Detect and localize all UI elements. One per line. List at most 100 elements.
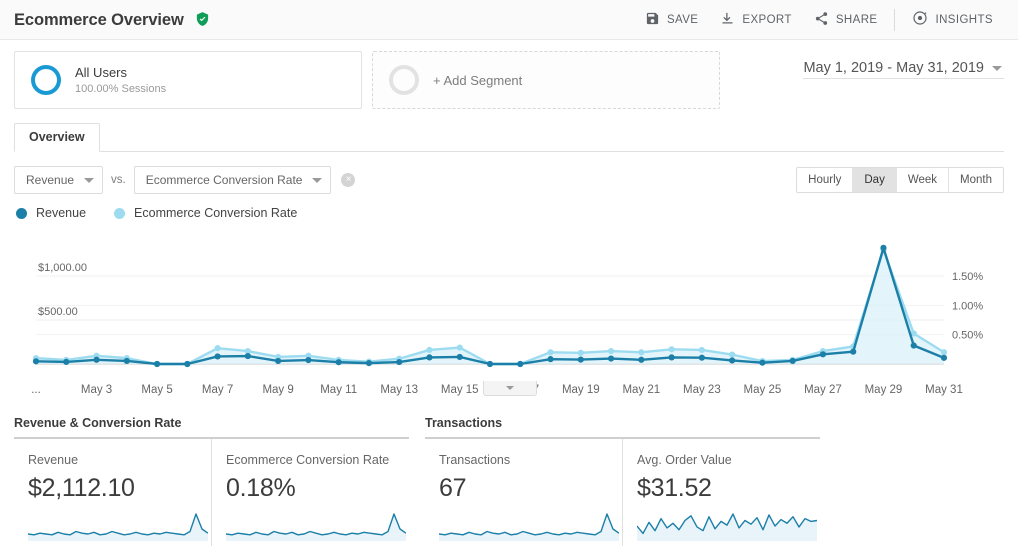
chevron-down-icon: [992, 65, 1002, 71]
legend-swatch-conversion-rate: [114, 207, 126, 219]
metric-transactions[interactable]: Transactions 67: [425, 439, 622, 546]
metric-value: 67: [439, 474, 467, 502]
granularity-toggle-group: Hourly Day Week Month: [796, 167, 1004, 193]
export-button[interactable]: EXPORT: [709, 6, 802, 34]
chart-canvas: $500.00 $1,000.00 0.50% 1.00% 1.50%: [32, 244, 983, 368]
segment-ring-icon: [31, 65, 61, 95]
chart-collapse-handle[interactable]: [483, 381, 537, 396]
segment-all-users[interactable]: All Users 100.00% Sessions: [14, 51, 362, 109]
panel-title: Revenue & Conversion Rate: [14, 416, 409, 439]
share-icon: [814, 11, 829, 29]
main-chart[interactable]: $500.00 $1,000.00 0.50% 1.00% 1.50%: [14, 224, 1004, 384]
remove-secondary-metric-button[interactable]: ×: [341, 173, 356, 187]
svg-text:$500.00: $500.00: [38, 306, 78, 318]
export-icon: [720, 11, 735, 29]
panel-transactions: Transactions Transactions 67 Avg. Order …: [425, 416, 820, 546]
granularity-hourly[interactable]: Hourly: [797, 168, 852, 192]
legend-label-conversion-rate: Ecommerce Conversion Rate: [134, 206, 298, 220]
x-axis-tick-label: May 5: [141, 384, 173, 396]
x-axis-tick-label: May 13: [380, 384, 419, 396]
tab-overview[interactable]: Overview: [14, 123, 100, 152]
date-range-picker[interactable]: May 1, 2019 - May 31, 2019: [803, 60, 1004, 79]
segment-bar: All Users 100.00% Sessions + Add Segment…: [0, 40, 1018, 110]
page-header: Ecommerce Overview SAVE EXPORT SHARE INS…: [0, 0, 1018, 40]
legend-item-conversion-rate[interactable]: Ecommerce Conversion Rate: [114, 206, 297, 220]
svg-text:1.50%: 1.50%: [952, 271, 983, 283]
legend-item-revenue[interactable]: Revenue: [16, 206, 86, 220]
metric-selector-row: Revenue vs. Ecommerce Conversion Rate × …: [0, 152, 1018, 194]
save-button[interactable]: SAVE: [634, 6, 709, 34]
secondary-metric-select[interactable]: Ecommerce Conversion Rate: [133, 166, 332, 194]
legend-label-revenue: Revenue: [36, 206, 87, 220]
legend-swatch-revenue: [16, 207, 27, 219]
verified-shield-icon: [195, 11, 210, 27]
primary-metric-value: Revenue: [26, 173, 75, 187]
x-axis-tick-label: May 27: [804, 384, 842, 396]
granularity-week[interactable]: Week: [895, 168, 948, 192]
summary-panels: Revenue & Conversion Rate Revenue $2,112…: [0, 416, 1018, 546]
svg-text:1.00%: 1.00%: [952, 300, 983, 312]
panel-revenue-conversion: Revenue & Conversion Rate Revenue $2,112…: [14, 416, 409, 546]
share-button-label: SHARE: [835, 13, 878, 26]
metric-label: Revenue: [28, 453, 79, 467]
insights-button[interactable]: INSIGHTS: [901, 5, 1004, 34]
metric-label: Avg. Order Value: [637, 453, 732, 467]
x-axis-tick-label: May 3: [80, 384, 113, 396]
segment-sessions-pct: 100.00% Sessions: [75, 83, 167, 96]
x-axis-tick-label: May 7: [201, 384, 234, 396]
chart-legend: Revenue Ecommerce Conversion Rate: [0, 194, 1018, 220]
metric-revenue[interactable]: Revenue $2,112.10: [14, 439, 211, 546]
x-axis-tick-label: May 31: [925, 384, 963, 396]
page-title-text: Ecommerce Overview: [14, 11, 184, 29]
tab-overview-label: Overview: [29, 130, 85, 144]
page-title: Ecommerce Overview: [14, 9, 210, 30]
insights-button-label: INSIGHTS: [935, 13, 993, 26]
x-axis-tick-label: May 21: [622, 384, 661, 396]
x-axis-tick-label: May 29: [864, 384, 903, 396]
svg-text:0.50%: 0.50%: [952, 330, 983, 342]
sparkline-transactions: [438, 509, 622, 546]
panel-metrics: Revenue $2,112.10 Ecommerce Conversion R…: [14, 439, 409, 546]
chevron-down-icon: [506, 386, 514, 390]
granularity-day[interactable]: Day: [852, 168, 896, 192]
chevron-down-icon: [84, 177, 95, 183]
insights-icon: [912, 10, 928, 29]
sparkline-avg-order-value: [636, 509, 820, 546]
primary-metric-select[interactable]: Revenue: [14, 166, 104, 194]
add-segment-ring-icon: [389, 65, 419, 95]
x-axis-tick-label: May 11: [320, 384, 358, 396]
metric-value: $2,112.10: [28, 474, 135, 502]
x-axis-tick-label: May 25: [743, 384, 782, 396]
save-icon: [645, 11, 660, 29]
add-segment-button[interactable]: + Add Segment: [372, 51, 720, 109]
x-axis-tick-label: May 23: [683, 384, 721, 396]
x-axis-tick-label: May 19: [561, 384, 600, 396]
x-axis-tick-label: May 9: [262, 384, 294, 396]
sparkline-revenue: [27, 509, 211, 546]
metric-value: 0.18%: [226, 474, 296, 502]
sparkline-conversion-rate: [225, 509, 409, 546]
header-toolbar: SAVE EXPORT SHARE INSIGHTS: [634, 5, 1004, 34]
segment-text-block: All Users 100.00% Sessions: [75, 65, 166, 96]
share-button[interactable]: SHARE: [803, 6, 889, 34]
metric-value: $31.52: [637, 474, 712, 502]
add-segment-label: + Add Segment: [433, 72, 523, 88]
toolbar-divider: [894, 8, 896, 31]
segment-name: All Users: [75, 64, 128, 80]
export-button-label: EXPORT: [742, 13, 792, 26]
metric-label: Ecommerce Conversion Rate: [226, 453, 390, 467]
vs-label: vs.: [111, 174, 126, 186]
metric-ecommerce-conversion-rate[interactable]: Ecommerce Conversion Rate 0.18%: [211, 439, 409, 546]
panel-metrics: Transactions 67 Avg. Order Value $31.52: [425, 439, 820, 546]
date-range-value: May 1, 2019 - May 31, 2019: [803, 60, 984, 76]
x-axis-tick-label: May 15: [440, 384, 479, 396]
metric-label: Transactions: [439, 453, 511, 467]
metric-avg-order-value[interactable]: Avg. Order Value $31.52: [622, 439, 820, 546]
panel-title: Transactions: [425, 416, 820, 439]
save-button-label: SAVE: [666, 13, 699, 26]
granularity-month[interactable]: Month: [948, 168, 1003, 192]
x-axis-tick-label: ...: [31, 384, 41, 396]
chevron-down-icon: [312, 177, 323, 183]
secondary-metric-value: Ecommerce Conversion Rate: [145, 173, 303, 187]
svg-text:$1,000.00: $1,000.00: [38, 262, 87, 274]
